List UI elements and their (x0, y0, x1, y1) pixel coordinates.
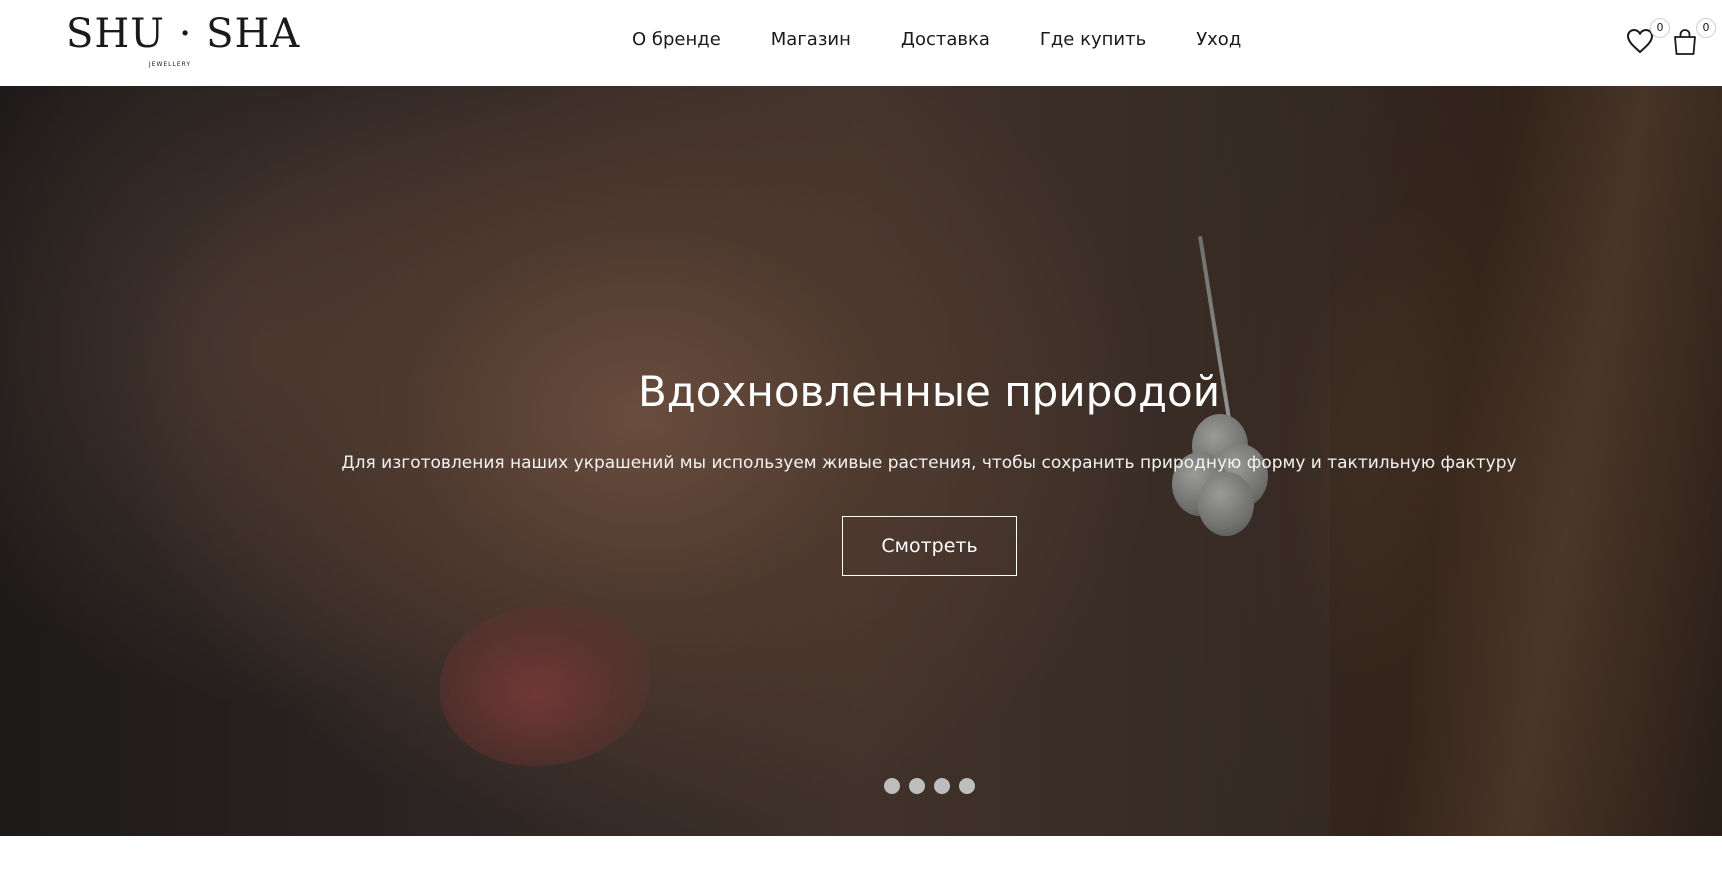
wishlist-count-badge: 0 (1650, 18, 1670, 38)
shopping-bag-icon (1674, 29, 1696, 55)
view-button[interactable]: Смотреть (842, 516, 1017, 576)
cart-button[interactable]: 0 (1672, 18, 1716, 58)
hero-banner: Вдохновленные природой Для изготовления … (0, 86, 1722, 836)
nav-item-where-to-buy[interactable]: Где купить (1040, 26, 1146, 54)
nav-item-about[interactable]: О бренде (632, 26, 721, 54)
wishlist-button[interactable]: 0 (1626, 18, 1670, 58)
hero-subtitle: Для изготовления наших украшений мы испо… (341, 453, 1517, 473)
brand-logo[interactable]: SHU · SHA JEWELLERY (66, 10, 301, 72)
slider-dot-2[interactable] (909, 778, 925, 794)
logo-tagline: JEWELLERY (148, 61, 192, 68)
slider-dot-3[interactable] (934, 778, 950, 794)
logo-wordmark: SHU · SHA (66, 11, 301, 57)
hero-title: Вдохновленные природой (637, 367, 1221, 416)
main-nav: О бренде Магазин Доставка Где купить Ухо… (632, 26, 1241, 54)
slider-dot-1[interactable] (884, 778, 900, 794)
site-header: SHU · SHA JEWELLERY О бренде Магазин Дос… (0, 0, 1722, 86)
nav-item-delivery[interactable]: Доставка (901, 26, 990, 54)
nav-item-shop[interactable]: Магазин (771, 26, 851, 54)
cart-count-badge: 0 (1696, 18, 1716, 38)
nav-item-care[interactable]: Уход (1196, 26, 1241, 54)
slider-dots (884, 778, 975, 794)
slider-dot-4[interactable] (959, 778, 975, 794)
